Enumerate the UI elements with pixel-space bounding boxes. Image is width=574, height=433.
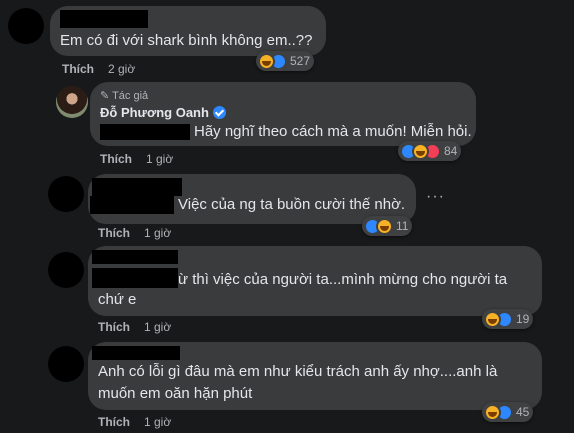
avatar[interactable] bbox=[48, 176, 84, 212]
avatar[interactable] bbox=[48, 346, 84, 382]
comment-text: chứ e bbox=[98, 291, 137, 308]
like-link[interactable]: Thích bbox=[62, 62, 94, 76]
timestamp[interactable]: 1 giờ bbox=[144, 320, 171, 334]
comment-text: Hãy nghĩ theo cách mà a muốn! Miễn hỏi. bbox=[194, 123, 472, 140]
haha-reaction-icon bbox=[412, 142, 429, 160]
redacted-name bbox=[92, 346, 180, 360]
comment-actions: Thích 1 giờ bbox=[100, 152, 173, 166]
comment-actions: Thích 2 giờ bbox=[62, 62, 135, 76]
reaction-summary[interactable]: 527 bbox=[256, 51, 315, 71]
reaction-count: 84 bbox=[444, 144, 458, 158]
comment-bubble: ừ thì việc của người ta...mình mừng cho … bbox=[88, 246, 542, 316]
reaction-count: 45 bbox=[516, 405, 530, 419]
reaction-summary[interactable]: 11 bbox=[362, 216, 413, 236]
reaction-count: 11 bbox=[396, 219, 409, 233]
timestamp[interactable]: 1 giờ bbox=[144, 415, 171, 429]
timestamp[interactable]: 1 giờ bbox=[146, 152, 173, 166]
author-name[interactable]: Đỗ Phương Oanh bbox=[100, 105, 226, 120]
comment-bubble: ✎ Tác giả Đỗ Phương Oanh Hãy nghĩ theo c… bbox=[90, 82, 476, 146]
like-link[interactable]: Thích bbox=[100, 152, 132, 166]
haha-reaction-icon bbox=[376, 217, 393, 235]
like-link[interactable]: Thích bbox=[98, 320, 130, 334]
comment-text: Anh có lỗi gì đâu mà em như kiểu trách a… bbox=[98, 363, 498, 380]
author-avatar[interactable] bbox=[56, 86, 88, 118]
redacted-name bbox=[92, 178, 182, 196]
redacted-name bbox=[60, 10, 148, 28]
comment-text: muốn em oăn hặn phút bbox=[98, 385, 253, 402]
timestamp[interactable]: 1 giờ bbox=[144, 226, 171, 240]
comment-bubble: Em có đi với shark bình không em..?? bbox=[50, 6, 326, 56]
reaction-summary[interactable]: 19 bbox=[482, 309, 534, 329]
redacted-name bbox=[92, 250, 178, 264]
more-options-icon[interactable]: ··· bbox=[426, 188, 445, 206]
verified-badge-icon bbox=[212, 106, 226, 119]
like-link[interactable]: Thích bbox=[98, 415, 130, 429]
comment-text: Việc của ng ta buồn cười thế nhờ. bbox=[178, 196, 406, 213]
comment-actions: Thích 1 giờ bbox=[98, 320, 171, 334]
redacted-mention bbox=[100, 124, 190, 140]
author-badge: ✎ Tác giả bbox=[100, 90, 149, 102]
avatar[interactable] bbox=[48, 252, 84, 288]
comment-text: Em có đi với shark bình không em..?? bbox=[60, 32, 313, 49]
reaction-count: 19 bbox=[516, 312, 530, 326]
reaction-count: 527 bbox=[290, 54, 311, 68]
redacted-mention bbox=[92, 268, 178, 288]
like-link[interactable]: Thích bbox=[98, 226, 130, 240]
comment-bubble: Anh có lỗi gì đâu mà em như kiểu trách a… bbox=[88, 342, 542, 410]
haha-reaction-icon bbox=[258, 52, 275, 70]
comment-actions: Thích 1 giờ bbox=[98, 415, 171, 429]
timestamp[interactable]: 2 giờ bbox=[108, 62, 135, 76]
pencil-icon: ✎ bbox=[100, 90, 110, 102]
comments-thread: Em có đi với shark bình không em..?? Thí… bbox=[0, 0, 574, 433]
comment-actions: Thích 1 giờ bbox=[98, 226, 171, 240]
redacted-mention bbox=[90, 196, 174, 214]
haha-reaction-icon bbox=[484, 403, 501, 421]
haha-reaction-icon bbox=[484, 310, 501, 328]
reaction-summary[interactable]: 84 bbox=[398, 141, 462, 161]
comment-text: ừ thì việc của người ta...mình mừng cho … bbox=[178, 271, 508, 288]
reaction-summary[interactable]: 45 bbox=[482, 402, 534, 422]
avatar[interactable] bbox=[8, 8, 44, 44]
